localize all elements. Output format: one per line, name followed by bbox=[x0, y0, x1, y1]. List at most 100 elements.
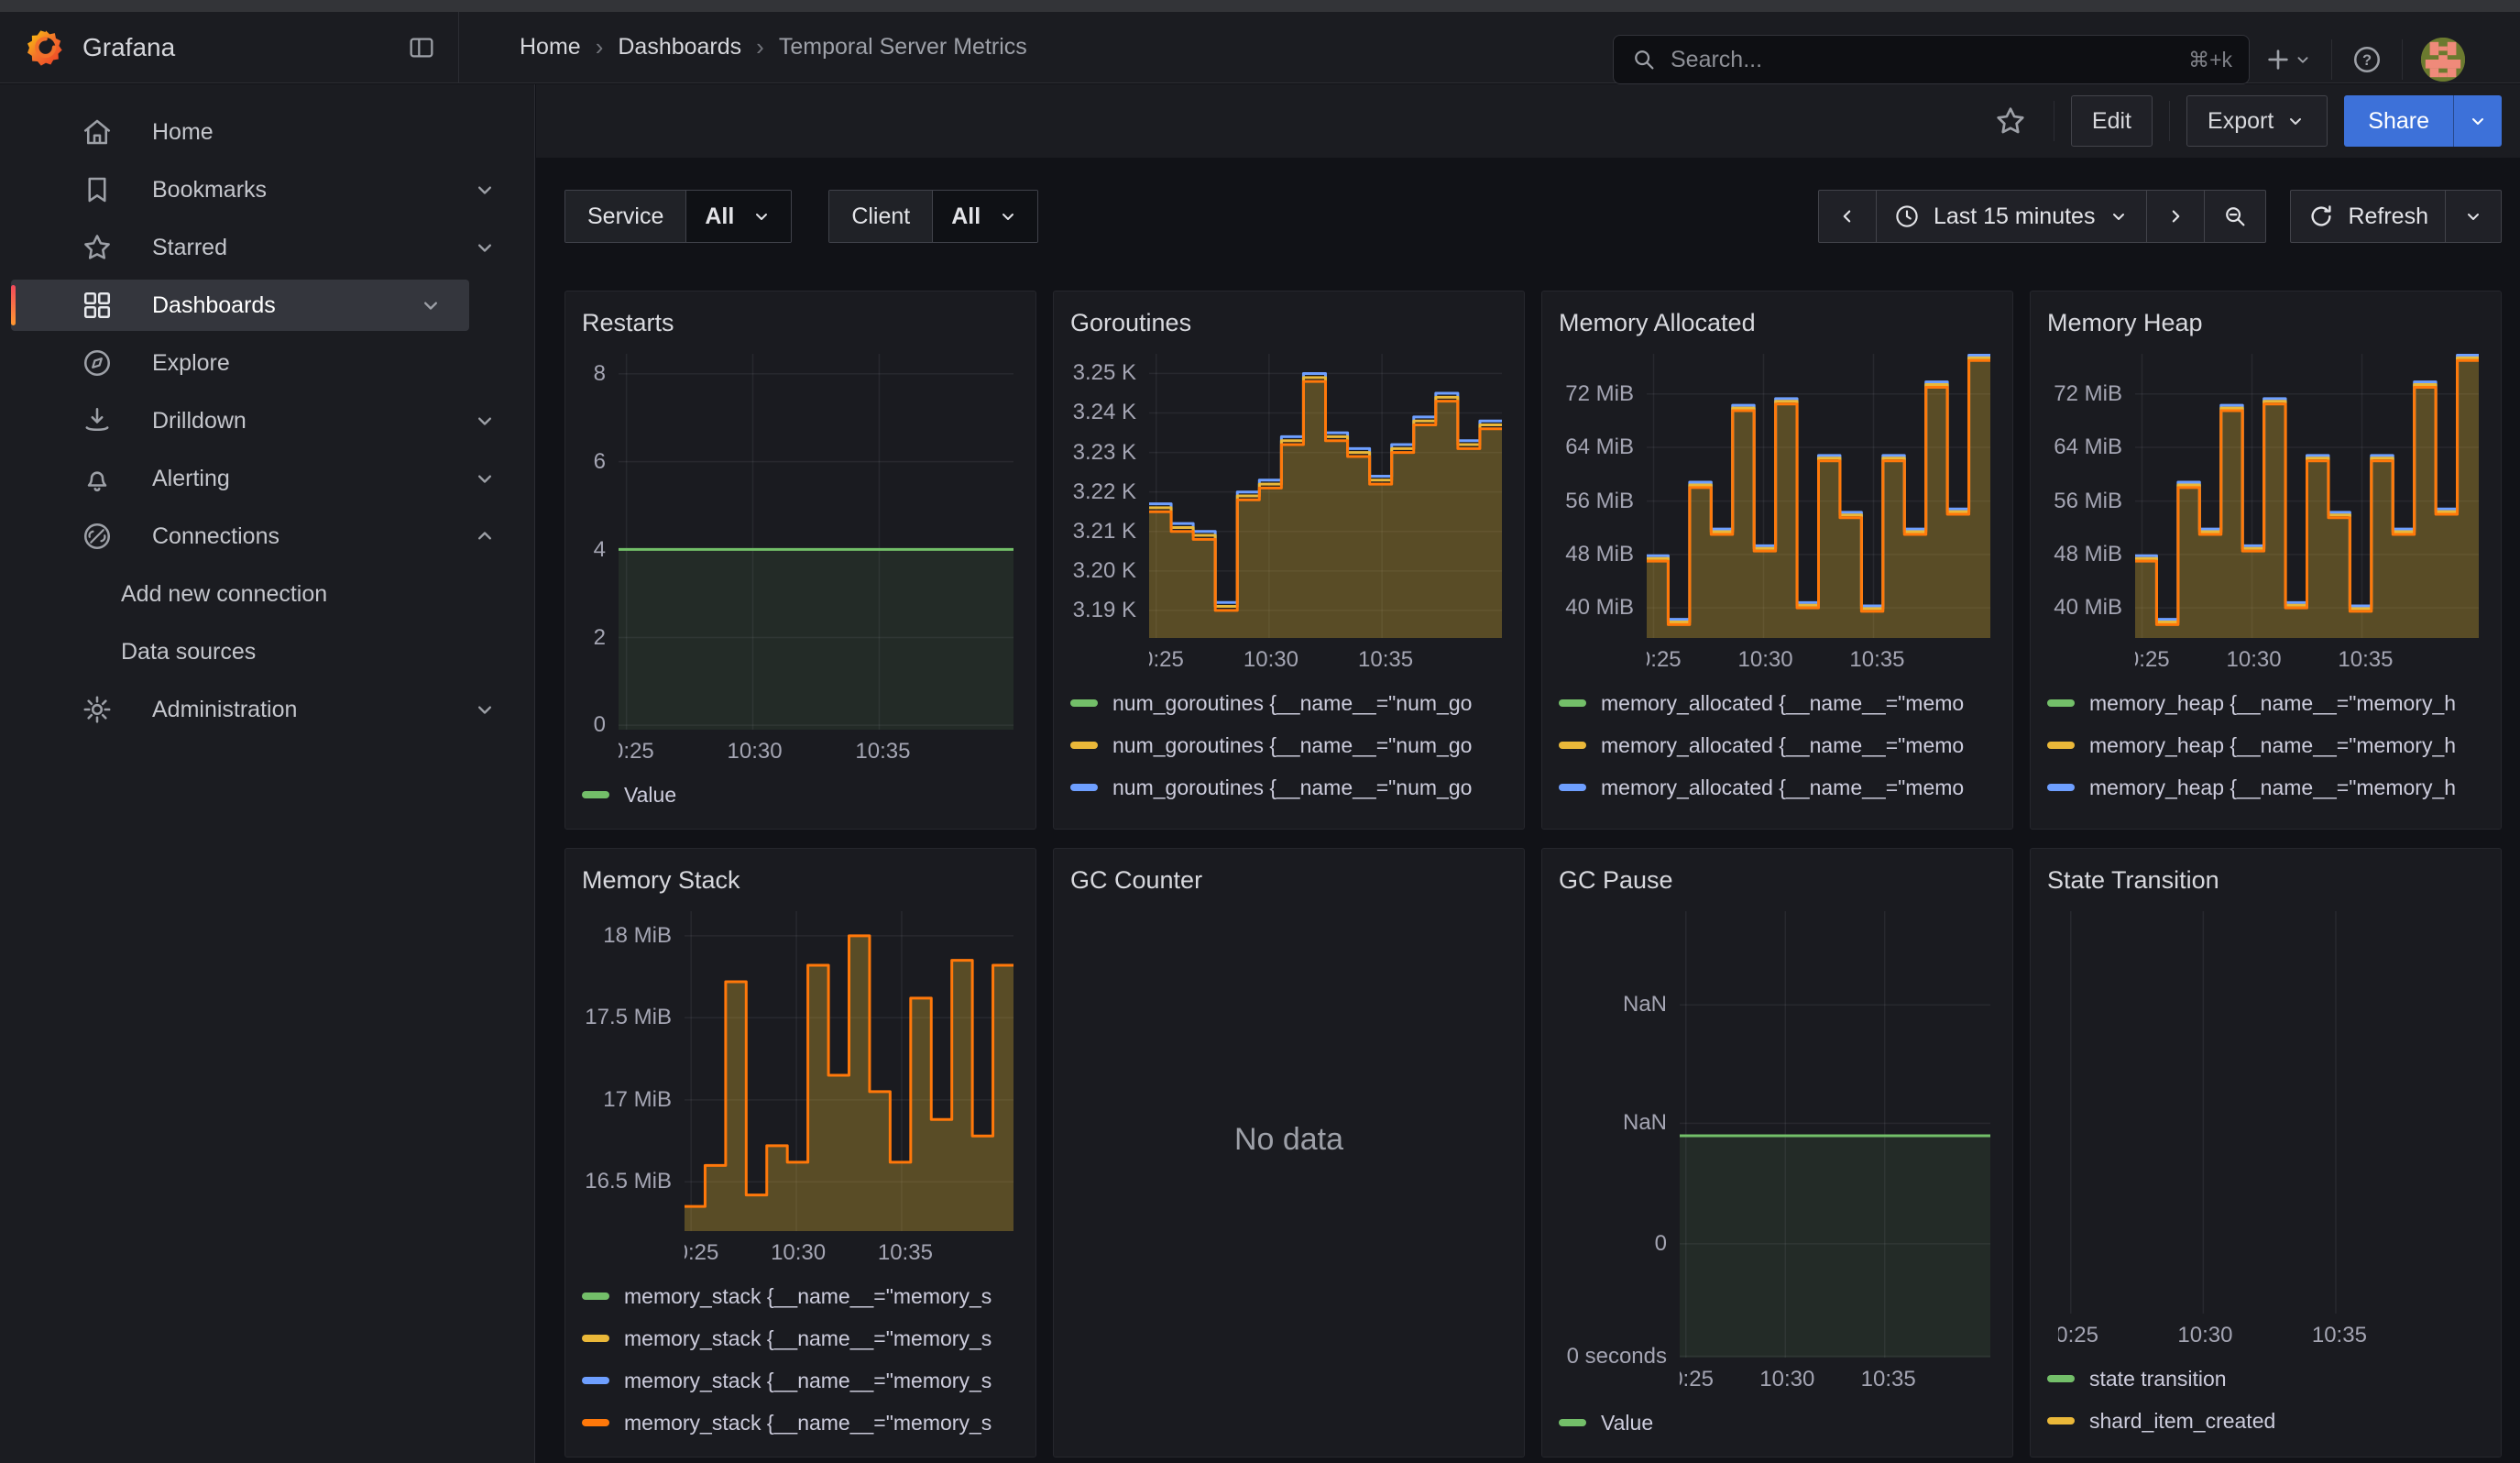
plot-area[interactable] bbox=[2135, 354, 2479, 638]
time-shift-forward-button[interactable] bbox=[2147, 190, 2205, 243]
legend-item[interactable]: memory_allocated {__name__="memo bbox=[1559, 808, 1996, 821]
legend-item[interactable]: memory_allocated {__name__="memo bbox=[1559, 682, 1996, 724]
zoom-out-button[interactable] bbox=[2205, 190, 2266, 243]
chevron-down-icon[interactable] bbox=[472, 466, 498, 491]
sidebar-item-add-new-connection[interactable]: Add new connection bbox=[11, 568, 523, 620]
legend-marker bbox=[1070, 699, 1098, 707]
sidebar-item-drilldown[interactable]: Drilldown bbox=[11, 395, 523, 446]
legend-item[interactable]: memory_heap {__name__="memory_h bbox=[2047, 724, 2484, 766]
breadcrumb: Home › Dashboards › Temporal Server Metr… bbox=[459, 33, 1027, 61]
chart-memory-allocated: 72 MiB64 MiB56 MiB48 MiB40 MiB bbox=[1559, 354, 1996, 638]
bell-icon bbox=[81, 462, 114, 495]
sidebar-item-label: Explore bbox=[152, 350, 230, 377]
legend-item[interactable]: memory_stack {__name__="memory_s bbox=[582, 1359, 1019, 1402]
client-variable: Client All bbox=[828, 190, 1038, 243]
sidebar-item-bookmarks[interactable]: Bookmarks bbox=[11, 164, 523, 215]
sidebar-item-explore[interactable]: Explore bbox=[11, 337, 523, 389]
legend-item[interactable]: num_goroutines {__name__="num_go bbox=[1070, 808, 1507, 821]
legend-item[interactable]: num_goroutines {__name__="num_go bbox=[1070, 766, 1507, 808]
sidebar-item-home[interactable]: Home bbox=[11, 106, 523, 158]
legend-item[interactable]: memory_stack {__name__="memory_s bbox=[582, 1402, 1019, 1444]
axis-x-tick-label: 10:25 bbox=[685, 1240, 718, 1266]
sidebar-item-starred[interactable]: Starred bbox=[11, 222, 523, 273]
sidebar-item-dashboards[interactable]: Dashboards bbox=[11, 280, 469, 331]
service-variable-select[interactable]: All bbox=[686, 191, 791, 242]
chevron-down-icon[interactable] bbox=[472, 697, 498, 722]
chevron-down-icon[interactable] bbox=[472, 177, 498, 203]
axis-x-labels: 10:2510:3010:35 bbox=[2058, 1317, 2484, 1358]
legend-item[interactable]: shard_item_created bbox=[2047, 1400, 2484, 1442]
panel-title[interactable]: Memory Allocated bbox=[1559, 304, 1996, 346]
panel-title[interactable]: GC Counter bbox=[1070, 862, 1507, 904]
share-dropdown-button[interactable] bbox=[2453, 95, 2502, 147]
breadcrumb-dashboards[interactable]: Dashboards bbox=[618, 34, 741, 60]
service-variable-label: Service bbox=[565, 191, 686, 242]
add-new-button[interactable] bbox=[2263, 45, 2313, 74]
legend-item[interactable]: num_goroutines {__name__="num_go bbox=[1070, 682, 1507, 724]
legend-item[interactable]: Value bbox=[582, 774, 1019, 816]
panel-memory-heap: Memory Heap72 MiB64 MiB56 MiB48 MiB40 Mi… bbox=[2030, 291, 2502, 830]
sidebar-item-connections[interactable]: Connections bbox=[11, 511, 523, 562]
chevron-left-icon bbox=[1835, 204, 1859, 228]
axis-x-labels: 10:2510:3010:35 bbox=[1149, 642, 1507, 682]
legend: Value bbox=[582, 774, 1019, 821]
panel-gc-pause: GC PauseNaNNaN00 seconds10:2510:3010:35V… bbox=[1541, 848, 2013, 1458]
export-button[interactable]: Export bbox=[2186, 95, 2328, 147]
panel-title[interactable]: Goroutines bbox=[1070, 304, 1507, 346]
legend-label: num_goroutines {__name__="num_go bbox=[1112, 818, 1472, 822]
panel-title[interactable]: Memory Heap bbox=[2047, 304, 2484, 346]
refresh-interval-button[interactable] bbox=[2446, 190, 2502, 243]
plot-area[interactable] bbox=[1647, 354, 1990, 638]
plot-area[interactable] bbox=[685, 911, 1013, 1231]
dock-menu-icon[interactable] bbox=[407, 33, 436, 62]
legend-item[interactable]: memory_allocated {__name__="memo bbox=[1559, 766, 1996, 808]
legend: num_goroutines {__name__="num_gonum_goro… bbox=[1070, 682, 1507, 821]
chevron-up-icon[interactable] bbox=[472, 523, 498, 549]
chevron-down-icon[interactable] bbox=[472, 235, 498, 260]
legend-item[interactable]: state transition bbox=[2047, 1358, 2484, 1400]
legend-label: memory_heap {__name__="memory_h bbox=[2089, 818, 2456, 822]
panel-grid: Restarts8642010:2510:3010:35ValueGorouti… bbox=[564, 291, 2502, 1458]
time-range-picker[interactable]: Last 15 minutes bbox=[1877, 190, 2148, 243]
legend-item[interactable]: Value bbox=[1559, 1402, 1996, 1444]
search-input[interactable]: Search... ⌘+k bbox=[1613, 35, 2250, 84]
panel-title[interactable]: GC Pause bbox=[1559, 862, 1996, 904]
refresh-button-label: Refresh bbox=[2348, 204, 2428, 230]
time-range-label: Last 15 minutes bbox=[1934, 204, 2096, 230]
edit-button[interactable]: Edit bbox=[2071, 95, 2153, 147]
breadcrumb-home[interactable]: Home bbox=[520, 34, 581, 60]
panel-title[interactable]: Memory Stack bbox=[582, 862, 1019, 904]
sidebar-item-administration[interactable]: Administration bbox=[11, 684, 523, 735]
brand: Grafana bbox=[0, 29, 458, 66]
plot-area[interactable] bbox=[1680, 911, 1990, 1358]
plot-area[interactable] bbox=[1149, 354, 1502, 638]
avatar[interactable] bbox=[2421, 38, 2465, 82]
sidebar-item-alerting[interactable]: Alerting bbox=[11, 453, 523, 504]
share-button[interactable]: Share bbox=[2344, 95, 2453, 147]
refresh-button[interactable]: Refresh bbox=[2290, 190, 2446, 243]
axis-y-tick-label: 3.20 K bbox=[1070, 558, 1136, 584]
legend-item[interactable]: memory_heap {__name__="memory_h bbox=[2047, 808, 2484, 821]
chart-state-transition bbox=[2047, 911, 2484, 1314]
chevron-down-icon[interactable] bbox=[418, 292, 444, 318]
time-shift-back-button[interactable] bbox=[1818, 190, 1877, 243]
axis-y-tick-label: 0 bbox=[1559, 1231, 1667, 1257]
legend-item[interactable]: memory_heap {__name__="memory_h bbox=[2047, 682, 2484, 724]
panel-title[interactable]: Restarts bbox=[582, 304, 1019, 346]
plot-area[interactable] bbox=[619, 354, 1013, 730]
chevron-down-icon[interactable] bbox=[472, 408, 498, 434]
legend-item[interactable]: memory_stack {__name__="memory_s bbox=[582, 1275, 1019, 1317]
panel-title[interactable]: State Transition bbox=[2047, 862, 2484, 904]
plot-area[interactable] bbox=[2058, 911, 2479, 1314]
client-variable-select[interactable]: All bbox=[933, 191, 1037, 242]
series-area-fill bbox=[1680, 1136, 1990, 1358]
legend-item[interactable]: num_goroutines {__name__="num_go bbox=[1070, 724, 1507, 766]
sidebar-item-data-sources[interactable]: Data sources bbox=[11, 626, 523, 677]
legend-item[interactable]: memory_heap {__name__="memory_h bbox=[2047, 766, 2484, 808]
legend: memory_stack {__name__="memory_smemory_s… bbox=[582, 1275, 1019, 1449]
legend-marker bbox=[1070, 742, 1098, 749]
legend-item[interactable]: memory_allocated {__name__="memo bbox=[1559, 724, 1996, 766]
favorite-star-button[interactable] bbox=[1993, 104, 2028, 138]
help-button[interactable] bbox=[2350, 43, 2383, 76]
legend-item[interactable]: memory_stack {__name__="memory_s bbox=[582, 1317, 1019, 1359]
